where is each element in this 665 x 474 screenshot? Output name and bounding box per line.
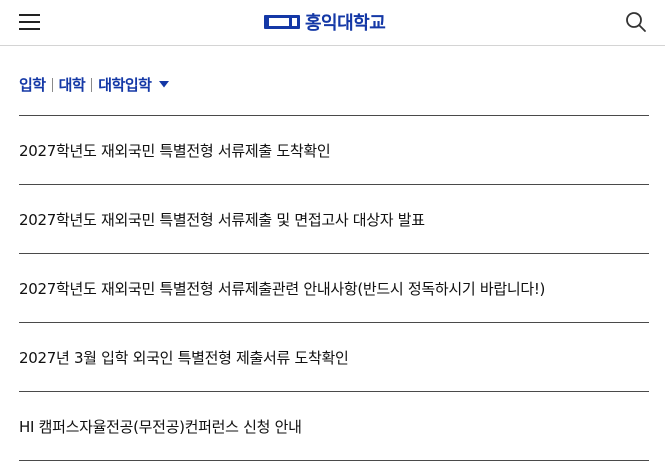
logo-text: 홍익대학교 <box>305 13 386 34</box>
hamburger-menu-icon[interactable] <box>19 13 41 31</box>
list-item[interactable]: 2027학년도 재외국민 특별전형 서류제출관련 안내사항(반드시 정독하시기 … <box>19 253 649 322</box>
post-link[interactable]: 2027학년도 재외국민 특별전형 서류제출 및 면접고사 대상자 발표 <box>19 209 425 230</box>
list-item[interactable]: 2027년 3월 입학 외국인 특별전형 제출서류 도착확인 <box>19 322 649 391</box>
menu-bar <box>19 14 40 16</box>
list-item[interactable]: 2027학년도 재외국민 특별전형 서류제출 및 면접고사 대상자 발표 <box>19 184 649 253</box>
list-item[interactable]: HI 캠퍼스자율전공(무전공)컨퍼런스 신청 안내 <box>19 391 649 461</box>
breadcrumb-separator <box>91 77 93 92</box>
post-link[interactable]: 2027년 3월 입학 외국인 특별전형 제출서류 도착확인 <box>19 347 349 368</box>
post-link[interactable]: 2027학년도 재외국민 특별전형 서류제출관련 안내사항(반드시 정독하시기 … <box>19 278 545 299</box>
post-link[interactable]: 2027학년도 재외국민 특별전형 서류제출 도착확인 <box>19 140 331 161</box>
breadcrumb-separator <box>51 77 53 92</box>
post-list: 2027학년도 재외국민 특별전형 서류제출 도착확인 2027학년도 재외국민… <box>19 115 649 461</box>
breadcrumb-item-admission[interactable]: 입학 <box>19 74 46 95</box>
caret-down-icon[interactable] <box>159 81 170 88</box>
menu-bar <box>19 28 40 30</box>
university-logo[interactable]: 홍익대학교 <box>264 10 386 34</box>
search-icon[interactable] <box>625 11 647 33</box>
menu-bar <box>19 21 40 23</box>
breadcrumb: 입학 대학 대학입학 <box>19 74 170 95</box>
top-header: 홍익대학교 <box>0 0 665 46</box>
post-link[interactable]: HI 캠퍼스자율전공(무전공)컨퍼런스 신청 안내 <box>19 416 302 437</box>
list-item[interactable]: 2027학년도 재외국민 특별전형 서류제출 도착확인 <box>19 115 649 184</box>
breadcrumb-item-university[interactable]: 대학 <box>59 74 86 95</box>
breadcrumb-item-university-admission[interactable]: 대학입학 <box>98 74 152 95</box>
logo-emblem-icon <box>264 15 300 29</box>
